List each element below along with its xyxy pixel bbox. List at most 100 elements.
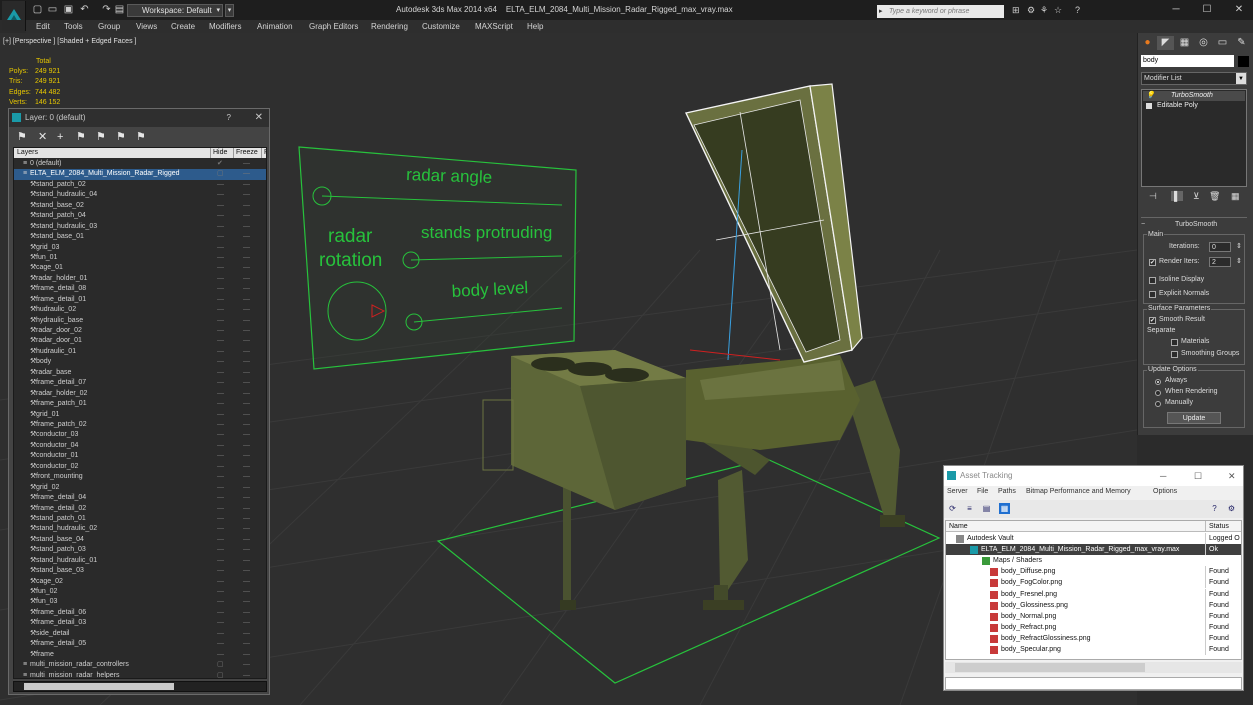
freeze-toggle[interactable]: —	[243, 608, 250, 618]
hide-toggle[interactable]: —	[217, 222, 224, 232]
hide-toggle[interactable]: —	[217, 410, 224, 420]
maximize-button[interactable]: ☐	[1196, 3, 1218, 17]
undo-icon[interactable]: ↶	[78, 3, 91, 16]
app-menu-button[interactable]	[2, 1, 26, 31]
hide-toggle[interactable]: —	[217, 180, 224, 190]
close-icon[interactable]: ✕	[255, 109, 263, 127]
asset-row[interactable]: ELTA_ELM_2084_Multi_Mission_Radar_Rigged…	[946, 544, 1241, 556]
viewport-label[interactable]: [+] [Perspective ] [Shaded + Edged Faces…	[3, 38, 136, 45]
freeze-toggle[interactable]: —	[243, 399, 250, 409]
freeze-toggle[interactable]: —	[243, 263, 250, 273]
object-name-field[interactable]: body	[1141, 55, 1234, 67]
freeze-toggle[interactable]: —	[243, 493, 250, 503]
hide-toggle[interactable]: —	[217, 263, 224, 273]
asset-row[interactable]: body_Diffuse.png Found	[946, 566, 1241, 578]
hide-toggle[interactable]: —	[217, 284, 224, 294]
object-row[interactable]: ⚒ fun_02— —	[14, 587, 266, 597]
iterations-spinner[interactable]: 0	[1209, 242, 1231, 252]
asset-row[interactable]: Maps / Shaders	[946, 555, 1241, 566]
object-row[interactable]: ⚒ grid_02— —	[14, 483, 266, 493]
workspace-dropdown[interactable]: Workspace: Default ▾	[127, 4, 223, 17]
object-color-swatch[interactable]	[1238, 56, 1249, 67]
asset-row[interactable]: Autodesk Vault Logged O	[946, 533, 1241, 544]
menu-rendering[interactable]: Rendering	[371, 22, 408, 31]
close-icon[interactable]: ✕	[1228, 466, 1236, 486]
hide-toggle[interactable]: —	[217, 493, 224, 503]
layer-row[interactable]: ≡ ELTA_ELM_2084_Multi_Mission_Radar_Rigge…	[14, 169, 266, 180]
asset-horizontal-scrollbar[interactable]	[945, 662, 1242, 673]
render-iters-checkbox[interactable]: ✔	[1149, 259, 1156, 266]
hide-toggle[interactable]: ✔	[217, 159, 223, 169]
close-window-button[interactable]: ✕	[1228, 3, 1250, 17]
isoline-checkbox[interactable]	[1149, 277, 1156, 284]
object-row[interactable]: ⚒ stand_hudraulic_03— —	[14, 222, 266, 232]
hide-toggle[interactable]: —	[217, 347, 224, 357]
freeze-toggle[interactable]: —	[243, 284, 250, 294]
scroll-thumb[interactable]	[24, 683, 174, 690]
render-iters-spinner[interactable]: 2	[1209, 257, 1231, 267]
freeze-toggle[interactable]: —	[243, 441, 250, 451]
detail-view-icon[interactable]: ▤	[981, 503, 992, 514]
freeze-toggle[interactable]: —	[243, 535, 250, 545]
object-row[interactable]: ⚒ radar_holder_01— —	[14, 274, 266, 284]
asset-row[interactable]: body_Specular.png Found	[946, 644, 1241, 655]
hide-toggle[interactable]: ▢	[217, 169, 224, 179]
update-button[interactable]: Update	[1167, 412, 1221, 424]
freeze-toggle[interactable]: —	[243, 504, 250, 514]
freeze-toggle[interactable]: —	[243, 232, 250, 242]
menu-maxscript[interactable]: MAXScript	[475, 22, 513, 31]
object-row[interactable]: ⚒ radar_holder_02— —	[14, 389, 266, 399]
object-row[interactable]: ⚒ cage_01— —	[14, 263, 266, 273]
hide-toggle[interactable]: —	[217, 650, 224, 660]
hide-toggle[interactable]: —	[217, 201, 224, 211]
redo-icon[interactable]: ↷	[100, 3, 113, 16]
object-row[interactable]: ⚒ stand_base_01— —	[14, 232, 266, 242]
hide-toggle[interactable]: —	[217, 472, 224, 482]
object-row[interactable]: ⚒ frame_detail_02— —	[14, 504, 266, 514]
freeze-toggle[interactable]: —	[243, 180, 250, 190]
asset-row[interactable]: body_Normal.png Found	[946, 610, 1241, 622]
asset-menu-server[interactable]: Server	[947, 486, 968, 498]
hide-toggle[interactable]: —	[217, 253, 224, 263]
object-row[interactable]: ⚒ conductor_03— —	[14, 430, 266, 440]
freeze-toggle[interactable]: —	[243, 169, 250, 179]
col-name[interactable]: Name	[949, 521, 968, 532]
hide-toggle[interactable]: —	[217, 399, 224, 409]
col-status[interactable]: Status	[1205, 521, 1229, 532]
materials-checkbox[interactable]	[1171, 339, 1178, 346]
hide-toggle[interactable]: —	[217, 305, 224, 315]
configure-sets-icon[interactable]: ▦	[1231, 191, 1240, 202]
hide-toggle[interactable]: —	[217, 451, 224, 461]
hide-toggle[interactable]: —	[217, 441, 224, 451]
menu-create[interactable]: Create	[171, 22, 195, 31]
object-row[interactable]: ⚒ stand_patch_01— —	[14, 514, 266, 524]
hide-toggle[interactable]: —	[217, 639, 224, 649]
add-to-layer-icon[interactable]: ⚑	[76, 131, 86, 143]
utilities-tab-icon[interactable]: ✎	[1233, 36, 1250, 50]
freeze-toggle[interactable]: —	[243, 326, 250, 336]
hide-toggle[interactable]: —	[217, 378, 224, 388]
freeze-toggle[interactable]: —	[243, 420, 250, 430]
object-row[interactable]: ⚒ grid_01— —	[14, 410, 266, 420]
display-tab-icon[interactable]: ▭	[1214, 36, 1231, 50]
object-row[interactable]: ⚒ stand_patch_02— —	[14, 180, 266, 190]
minimize-button[interactable]: ─	[1165, 3, 1187, 17]
menu-group[interactable]: Group	[98, 22, 120, 31]
object-row[interactable]: ⚒ radar_door_02— —	[14, 326, 266, 336]
delete-layer-icon[interactable]: ✕	[38, 131, 47, 143]
help-button[interactable]: ?	[227, 109, 231, 127]
base-rectangle-helper[interactable]	[436, 458, 941, 684]
menu-tools[interactable]: Tools	[64, 22, 83, 31]
asset-row[interactable]: body_Glossiness.png Found	[946, 599, 1241, 611]
object-row[interactable]: ⚒ stand_base_04— —	[14, 535, 266, 545]
rollout-title[interactable]: TurboSmooth	[1175, 221, 1217, 228]
layer-row[interactable]: ≡ multi_mission_radar_controllers ▢ —	[14, 660, 266, 670]
explicit-normals-checkbox[interactable]	[1149, 291, 1156, 298]
motion-tab-icon[interactable]: ◎	[1195, 36, 1212, 50]
freeze-toggle[interactable]: —	[243, 566, 250, 576]
freeze-toggle[interactable]: —	[243, 357, 250, 367]
object-row[interactable]: ⚒ hudraulic_02— —	[14, 305, 266, 315]
object-row[interactable]: ⚒ frame — —	[14, 650, 266, 660]
create-tab-icon[interactable]: ●	[1139, 36, 1156, 50]
hide-toggle[interactable]: —	[217, 566, 224, 576]
